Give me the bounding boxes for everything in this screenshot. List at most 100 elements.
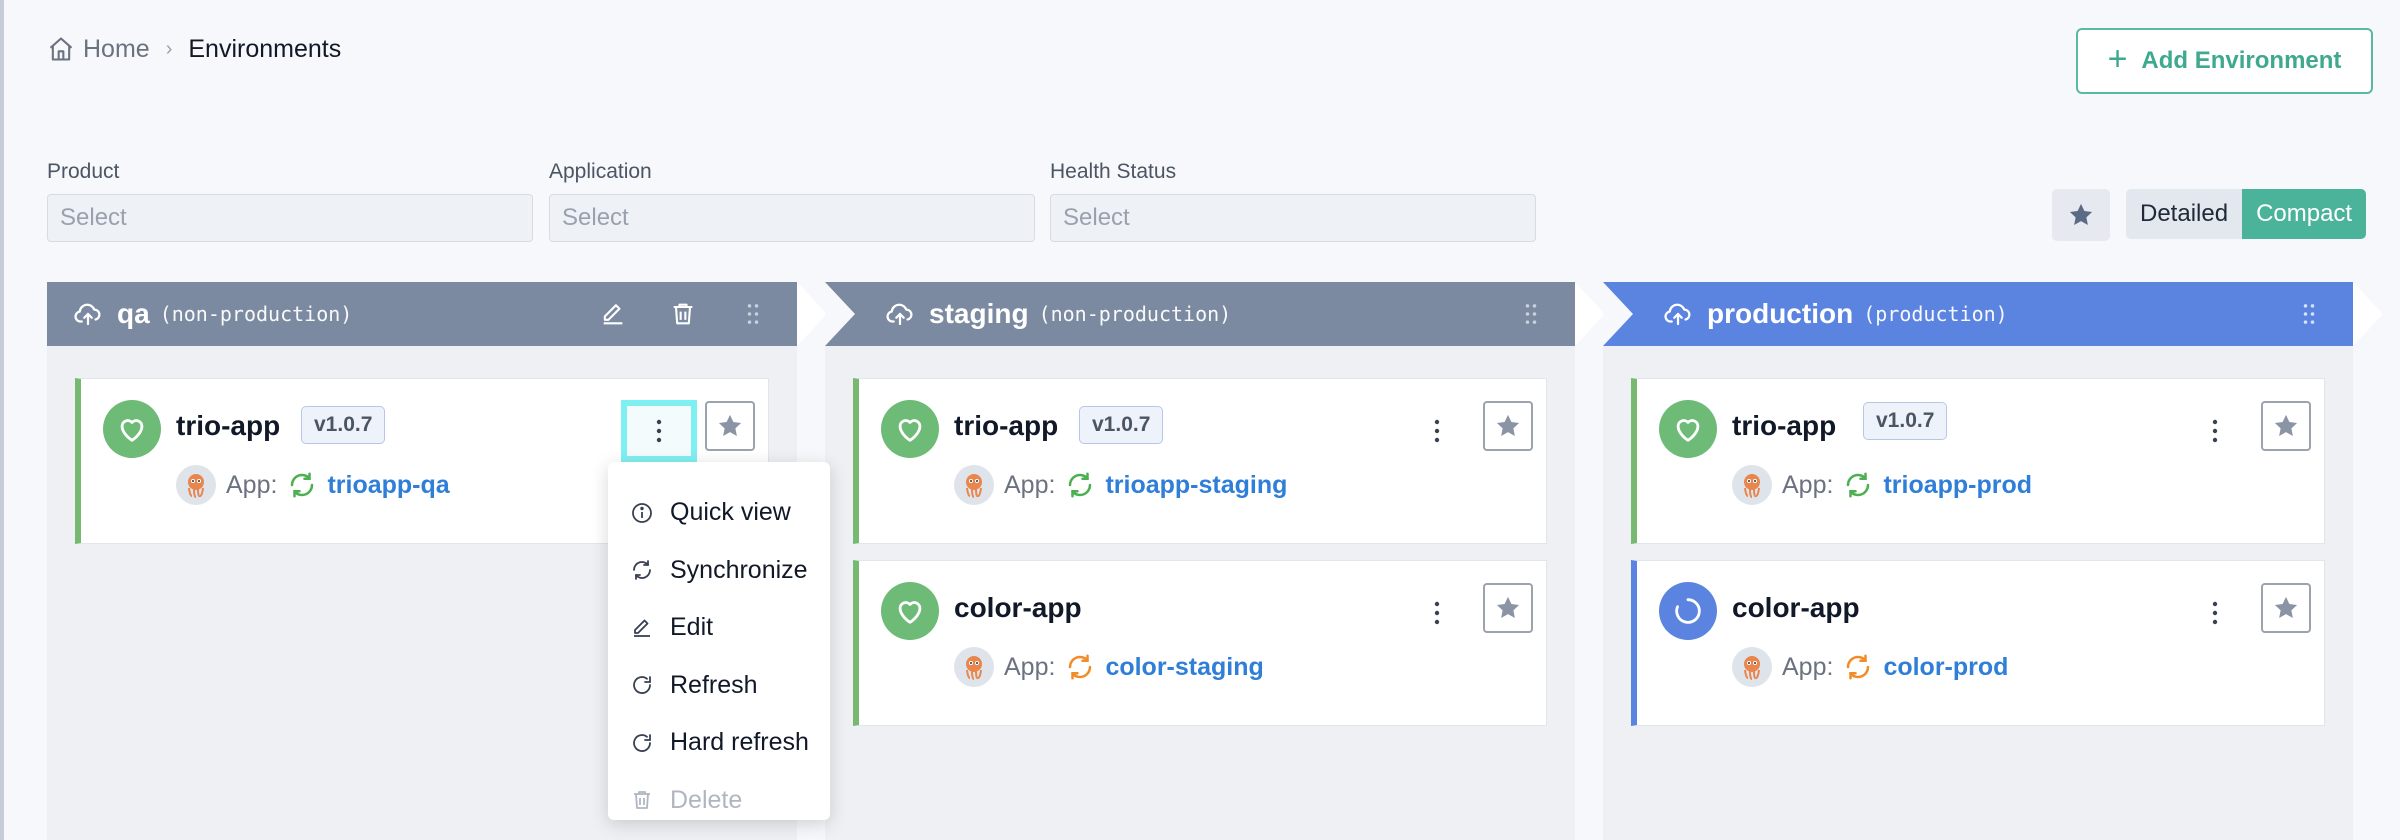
star-icon <box>2274 596 2298 619</box>
app-link[interactable]: color-staging <box>1105 653 1263 682</box>
application-card[interactable]: color-app App: color-prod <box>1631 560 2325 726</box>
trash-icon[interactable] <box>669 300 697 328</box>
filter-product: Product Select <box>47 160 533 242</box>
star-icon <box>718 414 742 437</box>
drag-handle-icon[interactable] <box>739 300 767 328</box>
app-link[interactable]: trioapp-staging <box>1105 471 1287 500</box>
favorites-filter-button[interactable] <box>2052 189 2110 241</box>
header-arrow <box>2353 282 2383 346</box>
add-environment-label: Add Environment <box>2141 47 2342 74</box>
card-menu-button[interactable] <box>621 400 697 462</box>
app-row: App: trioapp-staging <box>954 465 1287 505</box>
application-card[interactable]: color-app App: color-staging <box>853 560 1547 726</box>
environment-type: (non-production) <box>1038 302 1232 326</box>
menu-item-synchronize[interactable]: Synchronize <box>608 542 830 600</box>
out-of-sync-icon <box>1847 654 1870 680</box>
avatar <box>1732 647 1772 687</box>
view-detailed-button[interactable]: Detailed <box>2126 189 2243 239</box>
view-mode-switch: Detailed Compact <box>2126 189 2367 239</box>
column-header: production (production) <box>1603 282 2383 346</box>
favorite-button[interactable] <box>705 401 755 451</box>
app-label: App: <box>1004 652 1056 681</box>
avatar <box>176 465 216 505</box>
application-card[interactable]: trio-app v1.0.7 App: trioapp-prod <box>1631 378 2325 544</box>
more-vertical-icon <box>1434 601 1440 625</box>
app-label: App: <box>1782 652 1834 681</box>
breadcrumb-separator: › <box>165 37 173 60</box>
app-row: App: color-prod <box>1732 647 2008 687</box>
more-vertical-icon <box>2212 419 2218 443</box>
star-icon <box>1496 414 1520 437</box>
menu-item-delete: Delete <box>608 772 830 830</box>
column-actions <box>599 282 767 346</box>
filter-health-status-label: Health Status <box>1050 160 1177 183</box>
app-link[interactable]: trioapp-qa <box>327 471 449 500</box>
progressing-spinner-icon <box>1675 598 1701 624</box>
environment-column-production: production (production) trio-app v1.0.7 … <box>1603 282 2383 840</box>
version-badge: v1.0.7 <box>301 406 386 444</box>
cloud-upload-icon <box>886 303 913 326</box>
sync-icon <box>633 560 651 581</box>
environment-column-staging: staging (non-production) trio-app v1.0.7… <box>825 282 1605 840</box>
filter-application-label: Application <box>549 160 652 183</box>
header-arrow <box>1575 282 1605 346</box>
card-title: trio-app <box>176 410 281 441</box>
menu-item-label: Synchronize <box>670 555 808 584</box>
cloud-upload-icon <box>1664 303 1691 326</box>
menu-item-edit[interactable]: Edit <box>608 599 830 657</box>
more-vertical-icon <box>1434 419 1440 443</box>
app-link[interactable]: trioapp-prod <box>1883 471 2032 500</box>
favorite-button[interactable] <box>1483 583 1533 633</box>
filter-product-select[interactable]: Select <box>47 194 533 242</box>
avatar <box>954 465 994 505</box>
heart-icon <box>898 419 922 442</box>
menu-item-label: Quick view <box>670 498 791 527</box>
filter-application-select[interactable]: Select <box>549 194 1035 242</box>
sync-icon <box>1847 472 1870 498</box>
application-card[interactable]: trio-app v1.0.7 App: trioapp-staging <box>853 378 1547 544</box>
out-of-sync-icon <box>1069 654 1092 680</box>
heart-icon <box>1676 419 1700 442</box>
menu-item-label: Delete <box>670 785 743 814</box>
star-icon <box>2069 203 2093 226</box>
heart-icon <box>898 601 922 624</box>
environment-type: (non-production) <box>159 302 353 326</box>
octopus-icon <box>966 474 982 498</box>
sync-icon <box>1069 472 1092 498</box>
menu-item-refresh[interactable]: Refresh <box>608 657 830 715</box>
favorite-button[interactable] <box>2261 583 2311 633</box>
card-menu-button[interactable] <box>2177 400 2253 462</box>
favorite-button[interactable] <box>1483 401 1533 451</box>
menu-item-label: Edit <box>670 613 714 642</box>
drag-handle-icon[interactable] <box>1517 300 1545 328</box>
favorite-button[interactable] <box>2261 401 2311 451</box>
filter-health-status-select[interactable]: Select <box>1050 194 1536 242</box>
app-link[interactable]: color-prod <box>1883 653 2008 682</box>
version-badge: v1.0.7 <box>1863 402 1948 440</box>
health-status-badge <box>881 400 939 458</box>
refresh-icon <box>633 733 651 752</box>
octopus-icon <box>188 474 204 498</box>
breadcrumb-home[interactable]: Home <box>47 35 150 64</box>
edit-icon[interactable] <box>599 300 627 328</box>
card-menu-button[interactable] <box>1399 582 1475 644</box>
octopus-icon <box>966 656 982 680</box>
octopus-icon <box>1744 656 1760 680</box>
menu-item-label: Refresh <box>670 670 758 699</box>
health-status-badge <box>1659 400 1717 458</box>
drag-handle-icon[interactable] <box>2295 300 2323 328</box>
add-environment-button[interactable]: + Add Environment <box>2076 28 2373 94</box>
menu-item-hard-refresh[interactable]: Hard refresh <box>608 714 830 772</box>
view-compact-button[interactable]: Compact <box>2242 189 2367 239</box>
sync-icon <box>291 472 314 498</box>
card-menu-button[interactable] <box>1399 400 1475 462</box>
refresh-icon <box>633 676 651 695</box>
card-title: trio-app <box>954 410 1059 441</box>
breadcrumb-current: Environments <box>188 34 342 63</box>
app-label: App: <box>226 470 278 499</box>
heart-icon <box>120 419 144 442</box>
edit-icon <box>634 619 650 637</box>
menu-item-quick-view[interactable]: Quick view <box>608 484 830 542</box>
environment-name: qa <box>117 298 150 329</box>
card-menu-button[interactable] <box>2177 582 2253 644</box>
